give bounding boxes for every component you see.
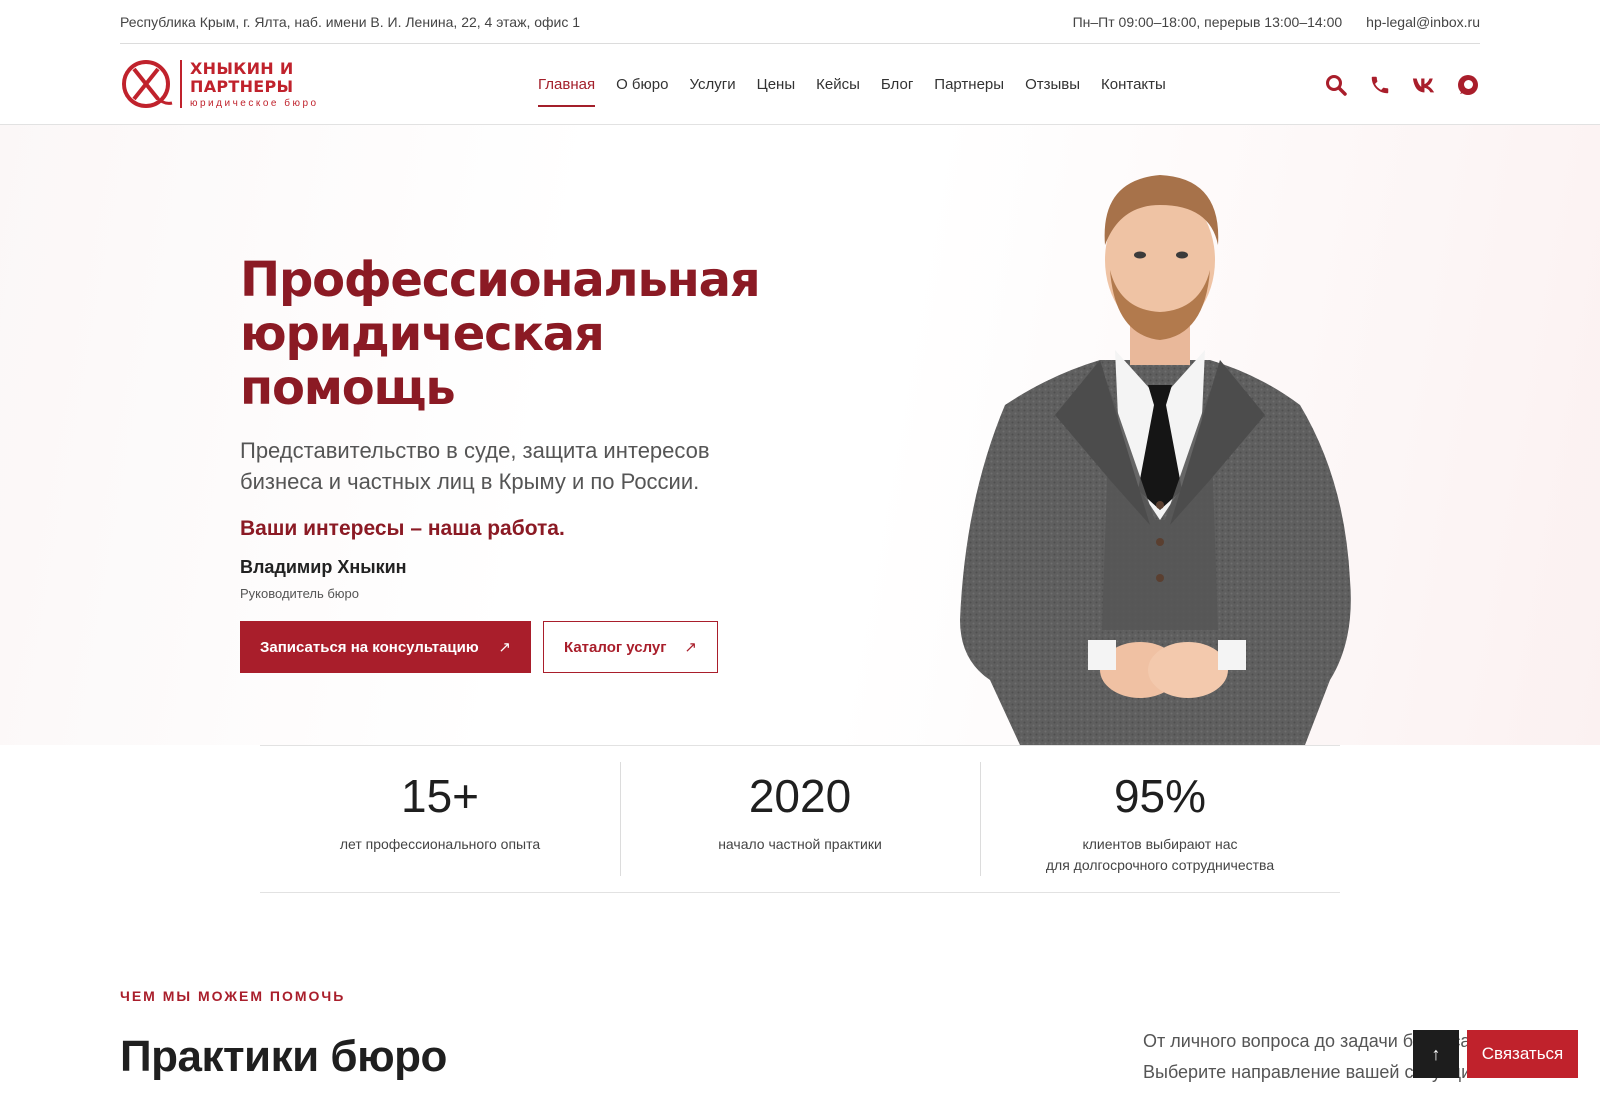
- hero-title-line1: Профессиональная: [240, 252, 761, 308]
- hero-content: Профессиональная юридическая помощь Пред…: [240, 253, 800, 673]
- hero-person-role: Руководитель бюро: [240, 586, 360, 601]
- hero-motto: Ваши интересы – наша работа.: [240, 517, 565, 540]
- nav-item-home[interactable]: Главная: [538, 70, 596, 107]
- top-info-bar: Республика Крым, г. Ялта, наб. имени В. …: [120, 0, 1480, 44]
- arrow-up-right-icon: ↗: [498, 639, 511, 656]
- logo-text: ХНЫКИН И ПАРТНЕРЫ юридическое бюро: [190, 58, 319, 109]
- stat-value: 2020: [748, 770, 852, 822]
- stat-value: 95%: [1113, 770, 1207, 822]
- nav-item-blog[interactable]: Блог: [881, 70, 913, 99]
- stat-value: 15+: [400, 770, 480, 822]
- scroll-to-top-button[interactable]: ↑: [1413, 1030, 1459, 1078]
- header-icons: [1324, 44, 1480, 125]
- office-address: Республика Крым, г. Ялта, наб. имени В. …: [120, 13, 581, 30]
- stat-label: лет профессионального опыта: [339, 836, 541, 852]
- hero-person-name: Владимир Хныкин: [240, 557, 407, 577]
- hero-title: Профессиональная юридическая помощь: [240, 253, 800, 415]
- hero-buttons: Записаться на консультацию ↗ Каталог усл…: [240, 621, 800, 673]
- phone-icon[interactable]: [1368, 73, 1392, 97]
- services-catalog-button[interactable]: Каталог услуг ↗: [543, 621, 718, 673]
- lawyer-portrait: [960, 175, 1351, 745]
- nav-item-partners[interactable]: Партнеры: [934, 70, 1004, 99]
- main-nav: Главная О бюро Услуги Цены Кейсы Блог Па…: [538, 44, 1166, 125]
- stats-row: 15+ лет профессионального опыта 2020 нач…: [260, 745, 1340, 893]
- vk-icon[interactable]: [1412, 73, 1436, 97]
- contact-button[interactable]: Связаться: [1467, 1030, 1578, 1078]
- email-link[interactable]: hp-legal@inbox.ru: [1366, 14, 1480, 30]
- nav-item-contacts[interactable]: Контакты: [1101, 70, 1166, 99]
- services-catalog-label: Каталог услуг: [564, 638, 667, 656]
- nav-item-reviews[interactable]: Отзывы: [1025, 70, 1080, 99]
- hero-lead: Представительство в суде, защита интерес…: [240, 438, 710, 494]
- nav-item-cases[interactable]: Кейсы: [816, 70, 860, 99]
- max-messenger-icon[interactable]: [1456, 73, 1480, 97]
- stat-label: клиентов выбирают нас для долгосрочного …: [1045, 836, 1275, 873]
- site-header: ХНЫКИН И ПАРТНЕРЫ юридическое бюро Главн…: [0, 44, 1600, 125]
- hero-title-line2: юридическая помощь: [240, 306, 605, 416]
- working-hours: Пн–Пт 09:00–18:00, перерыв 13:00–14:00: [1072, 13, 1343, 30]
- practices-eyebrow: ЧЕМ МЫ МОЖЕМ ПОМОЧЬ: [120, 988, 346, 1004]
- practices-title: Практики бюро: [120, 1032, 447, 1081]
- stat-practice-start: 2020 начало частной практики: [620, 746, 980, 892]
- logo-divider: [180, 60, 182, 108]
- hero-section: Профессиональная юридическая помощь Пред…: [0, 125, 1600, 745]
- logo-name-line1: ХНЫКИН И: [190, 58, 294, 78]
- nav-item-about[interactable]: О бюро: [616, 70, 668, 99]
- logo-emblem-icon: [122, 60, 173, 108]
- logo[interactable]: ХНЫКИН И ПАРТНЕРЫ юридическое бюро: [120, 56, 335, 112]
- search-icon[interactable]: [1324, 73, 1348, 97]
- stat-label: начало частной практики: [718, 836, 882, 852]
- stat-retention: 95% клиентов выбирают нас для долгосрочн…: [980, 746, 1340, 892]
- book-consultation-label: Записаться на консультацию: [260, 638, 479, 656]
- logo-subtitle: юридическое бюро: [190, 97, 319, 109]
- book-consultation-button[interactable]: Записаться на консультацию ↗: [240, 621, 531, 673]
- logo-name-line2: ПАРТНЕРЫ: [190, 76, 294, 96]
- nav-item-prices[interactable]: Цены: [757, 70, 796, 99]
- nav-item-services[interactable]: Услуги: [689, 70, 735, 99]
- stat-experience: 15+ лет профессионального опыта: [260, 746, 620, 892]
- arrow-up-right-icon: ↗: [684, 639, 697, 656]
